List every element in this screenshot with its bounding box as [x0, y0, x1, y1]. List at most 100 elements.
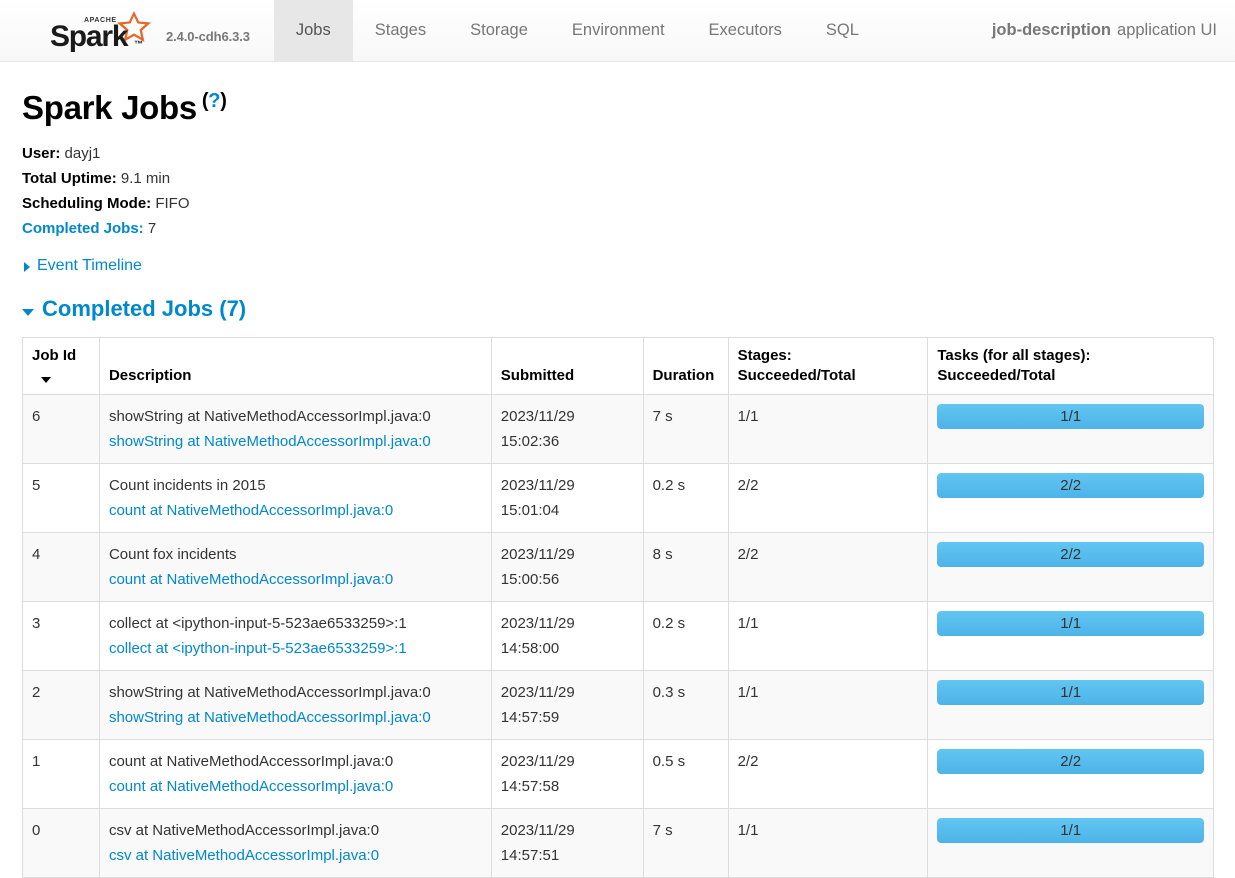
- summary-user-value: dayj1: [64, 145, 101, 163]
- cell-stages: 2/2: [728, 738, 929, 809]
- submitted-time: 14:57:59: [500, 708, 560, 726]
- completed-jobs-table: Job Id Description Submitted Duration St…: [22, 336, 1214, 878]
- table-row: 0 csv at NativeMethodAccessorImpl.java:0 c…: [22, 807, 1214, 878]
- cell-description: count at NativeMethodAccessorImpl.java:0…: [99, 738, 492, 809]
- cell-description: Count incidents in 2015 count at NativeMe…: [99, 462, 492, 533]
- tasks-progress-bar: 1/1: [937, 610, 1204, 636]
- table-row: 3 collect at <ipython-input-5-523ae653325…: [22, 600, 1214, 671]
- cell-job-id: 4: [22, 531, 100, 602]
- job-id-value: 1: [32, 752, 41, 770]
- application-name: job-description: [991, 21, 1112, 39]
- duration-value: 0.5 s: [652, 752, 686, 770]
- submitted-time: 15:01:04: [500, 501, 560, 519]
- duration-value: 0.3 s: [652, 683, 686, 701]
- cell-stages: 1/1: [728, 393, 929, 464]
- summary-completed-jobs-link[interactable]: Completed Jobs:: [22, 220, 144, 237]
- job-description-link[interactable]: showString at NativeMethodAccessorImpl.j…: [109, 429, 482, 454]
- cell-job-id: 3: [22, 600, 100, 671]
- job-description-link[interactable]: count at NativeMethodAccessorImpl.java:0: [109, 498, 482, 523]
- help-paren-close: ): [220, 90, 227, 112]
- svg-text:™: ™: [134, 39, 143, 49]
- cell-duration: 0.5 s: [643, 738, 729, 809]
- tab-environment[interactable]: Environment: [550, 0, 687, 61]
- column-header-duration-label: Duration: [652, 366, 715, 384]
- job-description-text: Count incidents in 2015: [108, 476, 266, 494]
- tasks-progress-bar: 1/1: [937, 403, 1204, 429]
- cell-submitted: 2023/11/29 15:01:04: [491, 462, 644, 533]
- cell-tasks: 1/1: [927, 393, 1214, 464]
- cell-stages: 1/1: [728, 807, 929, 878]
- event-timeline-label[interactable]: Event Timeline: [37, 257, 142, 275]
- tasks-progress-label: 2/2: [1060, 752, 1082, 770]
- job-description-link[interactable]: csv at NativeMethodAccessorImpl.java:0: [109, 843, 482, 868]
- column-header-tasks-line2: Succeeded/Total: [937, 366, 1056, 384]
- spark-version-label: 2.4.0-cdh6.3.3: [166, 29, 250, 44]
- tab-sql[interactable]: SQL: [804, 0, 881, 61]
- column-header-duration[interactable]: Duration: [643, 337, 729, 395]
- stages-value: 2/2: [737, 476, 759, 494]
- column-header-submitted[interactable]: Submitted: [491, 337, 644, 395]
- column-header-tasks[interactable]: Tasks (for all stages): Succeeded/Total: [927, 337, 1214, 395]
- summary-uptime: Total Uptime: 9.1 min: [22, 166, 1213, 191]
- cell-submitted: 2023/11/29 15:02:36: [491, 393, 644, 464]
- cell-duration: 7 s: [643, 807, 729, 878]
- column-header-job-id[interactable]: Job Id: [22, 337, 100, 395]
- table-row: 6 showString at NativeMethodAccessorImpl.…: [22, 393, 1214, 464]
- job-id-value: 2: [32, 683, 41, 701]
- tasks-progress-bar: 2/2: [937, 472, 1204, 498]
- column-header-description[interactable]: Description: [99, 337, 492, 395]
- table-row: 4 Count fox incidents count at NativeMetho…: [22, 531, 1214, 602]
- job-description-text: showString at NativeMethodAccessorImpl.j…: [108, 407, 431, 425]
- table-row: 5 Count incidents in 2015 count at NativeM…: [22, 462, 1214, 533]
- top-navbar: APACHE Spark ™ 2.4.0-cdh6.3.3 Jobs Stage…: [0, 0, 1235, 62]
- cell-stages: 1/1: [728, 600, 929, 671]
- job-description-link[interactable]: count at NativeMethodAccessorImpl.java:0: [109, 567, 482, 592]
- job-id-value: 4: [32, 545, 41, 563]
- page-title-text: Spark Jobs: [22, 89, 197, 126]
- summary-user-label: User:: [22, 145, 61, 163]
- cell-submitted: 2023/11/29 14:58:00: [491, 600, 644, 671]
- job-description-link[interactable]: collect at <ipython-input-5-523ae6533259…: [109, 636, 482, 661]
- table-row: 2 showString at NativeMethodAccessorImpl.…: [22, 669, 1214, 740]
- table-header-row: Job Id Description Submitted Duration St…: [22, 337, 1214, 395]
- tasks-progress-label: 1/1: [1060, 821, 1082, 839]
- tab-jobs[interactable]: Jobs: [273, 0, 353, 61]
- column-header-stages[interactable]: Stages: Succeeded/Total: [728, 337, 929, 395]
- cell-duration: 0.2 s: [643, 462, 729, 533]
- cell-duration: 0.3 s: [643, 669, 729, 740]
- cell-tasks: 2/2: [927, 738, 1214, 809]
- cell-stages: 2/2: [728, 462, 929, 533]
- job-description-link[interactable]: count at NativeMethodAccessorImpl.java:0: [109, 774, 482, 799]
- job-id-value: 5: [32, 476, 41, 494]
- cell-duration: 8 s: [643, 531, 729, 602]
- brand-area[interactable]: APACHE Spark ™ 2.4.0-cdh6.3.3: [0, 0, 250, 61]
- help-question-mark: ?: [208, 90, 221, 112]
- cell-tasks: 1/1: [927, 669, 1214, 740]
- submitted-date: 2023/11/29: [500, 476, 575, 494]
- submitted-time: 14:57:51: [500, 846, 560, 864]
- stages-value: 1/1: [737, 683, 759, 701]
- job-description-link[interactable]: showString at NativeMethodAccessorImpl.j…: [109, 705, 482, 730]
- job-description-text: collect at <ipython-input-5-523ae6533259…: [108, 614, 407, 632]
- help-link-icon[interactable]: (?): [202, 90, 227, 112]
- duration-value: 8 s: [652, 545, 673, 563]
- completed-jobs-section-toggle[interactable]: Completed Jobs (7): [22, 296, 1213, 322]
- cell-duration: 7 s: [643, 393, 729, 464]
- cell-submitted: 2023/11/29 15:00:56: [491, 531, 644, 602]
- sort-descending-icon[interactable]: [41, 376, 51, 383]
- stages-value: 1/1: [737, 614, 759, 632]
- summary-completed-jobs: Completed Jobs: 7: [22, 216, 1213, 241]
- cell-tasks: 2/2: [927, 531, 1214, 602]
- cell-description: collect at <ipython-input-5-523ae6533259…: [99, 600, 492, 671]
- completed-jobs-section-title[interactable]: Completed Jobs (7): [42, 296, 246, 322]
- tab-stages[interactable]: Stages: [353, 0, 448, 61]
- spark-logo-icon[interactable]: APACHE Spark ™: [48, 10, 156, 52]
- submitted-time: 15:00:56: [500, 570, 560, 588]
- event-timeline-toggle[interactable]: Event Timeline: [22, 257, 1213, 275]
- submitted-time: 15:02:36: [500, 432, 560, 450]
- tab-storage[interactable]: Storage: [448, 0, 550, 61]
- tab-executors[interactable]: Executors: [687, 0, 804, 61]
- job-id-value: 3: [32, 614, 41, 632]
- table-row: 1 count at NativeMethodAccessorImpl.java:…: [22, 738, 1214, 809]
- cell-description: csv at NativeMethodAccessorImpl.java:0 cs…: [99, 807, 492, 878]
